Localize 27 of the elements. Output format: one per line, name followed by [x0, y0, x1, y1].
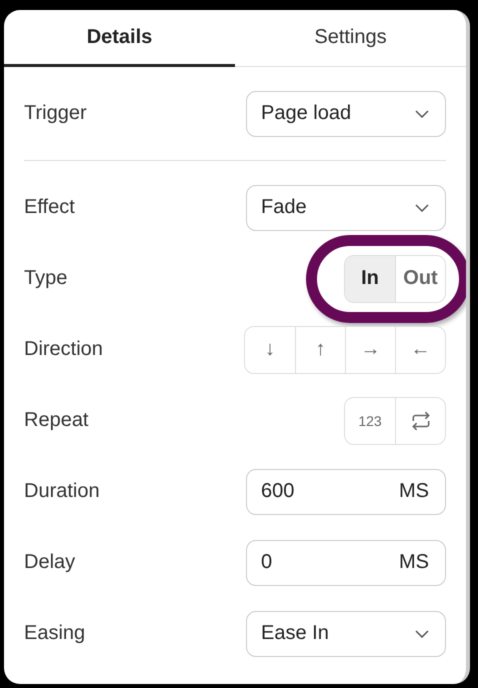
dropdown[interactable]: Ease In [246, 610, 446, 656]
field-label: Delay [24, 551, 76, 574]
chevron-down-icon [415, 630, 429, 638]
chevron-down-icon [415, 204, 429, 212]
field-label: Type [24, 267, 68, 290]
repeat-icon [410, 410, 432, 430]
field-label: Effect [24, 196, 75, 219]
input-field[interactable]: 0 MS [246, 540, 446, 586]
tab[interactable]: Details [4, 10, 235, 67]
input-value: 0 [261, 551, 272, 574]
input-value: 600 [261, 480, 294, 503]
segment-button[interactable]: Out [395, 256, 445, 302]
field-label: Trigger [24, 102, 87, 125]
tab[interactable]: Settings [235, 10, 466, 67]
repeat-button[interactable] [395, 398, 445, 444]
input-field[interactable]: 600 MS [246, 468, 446, 514]
unit-label: MS [399, 480, 429, 503]
field-label: Duration [24, 480, 100, 503]
field-label: Easing [24, 622, 86, 645]
chevron-down-icon [415, 110, 429, 118]
unit-label: MS [399, 551, 429, 574]
field-label: Repeat [24, 409, 88, 432]
segment-button[interactable]: In [345, 256, 395, 302]
dropdown[interactable]: Fade [246, 184, 446, 230]
field-label: Direction [24, 338, 103, 361]
dropdown[interactable]: Page load [246, 90, 446, 136]
segment-button[interactable]: ← [395, 326, 445, 372]
